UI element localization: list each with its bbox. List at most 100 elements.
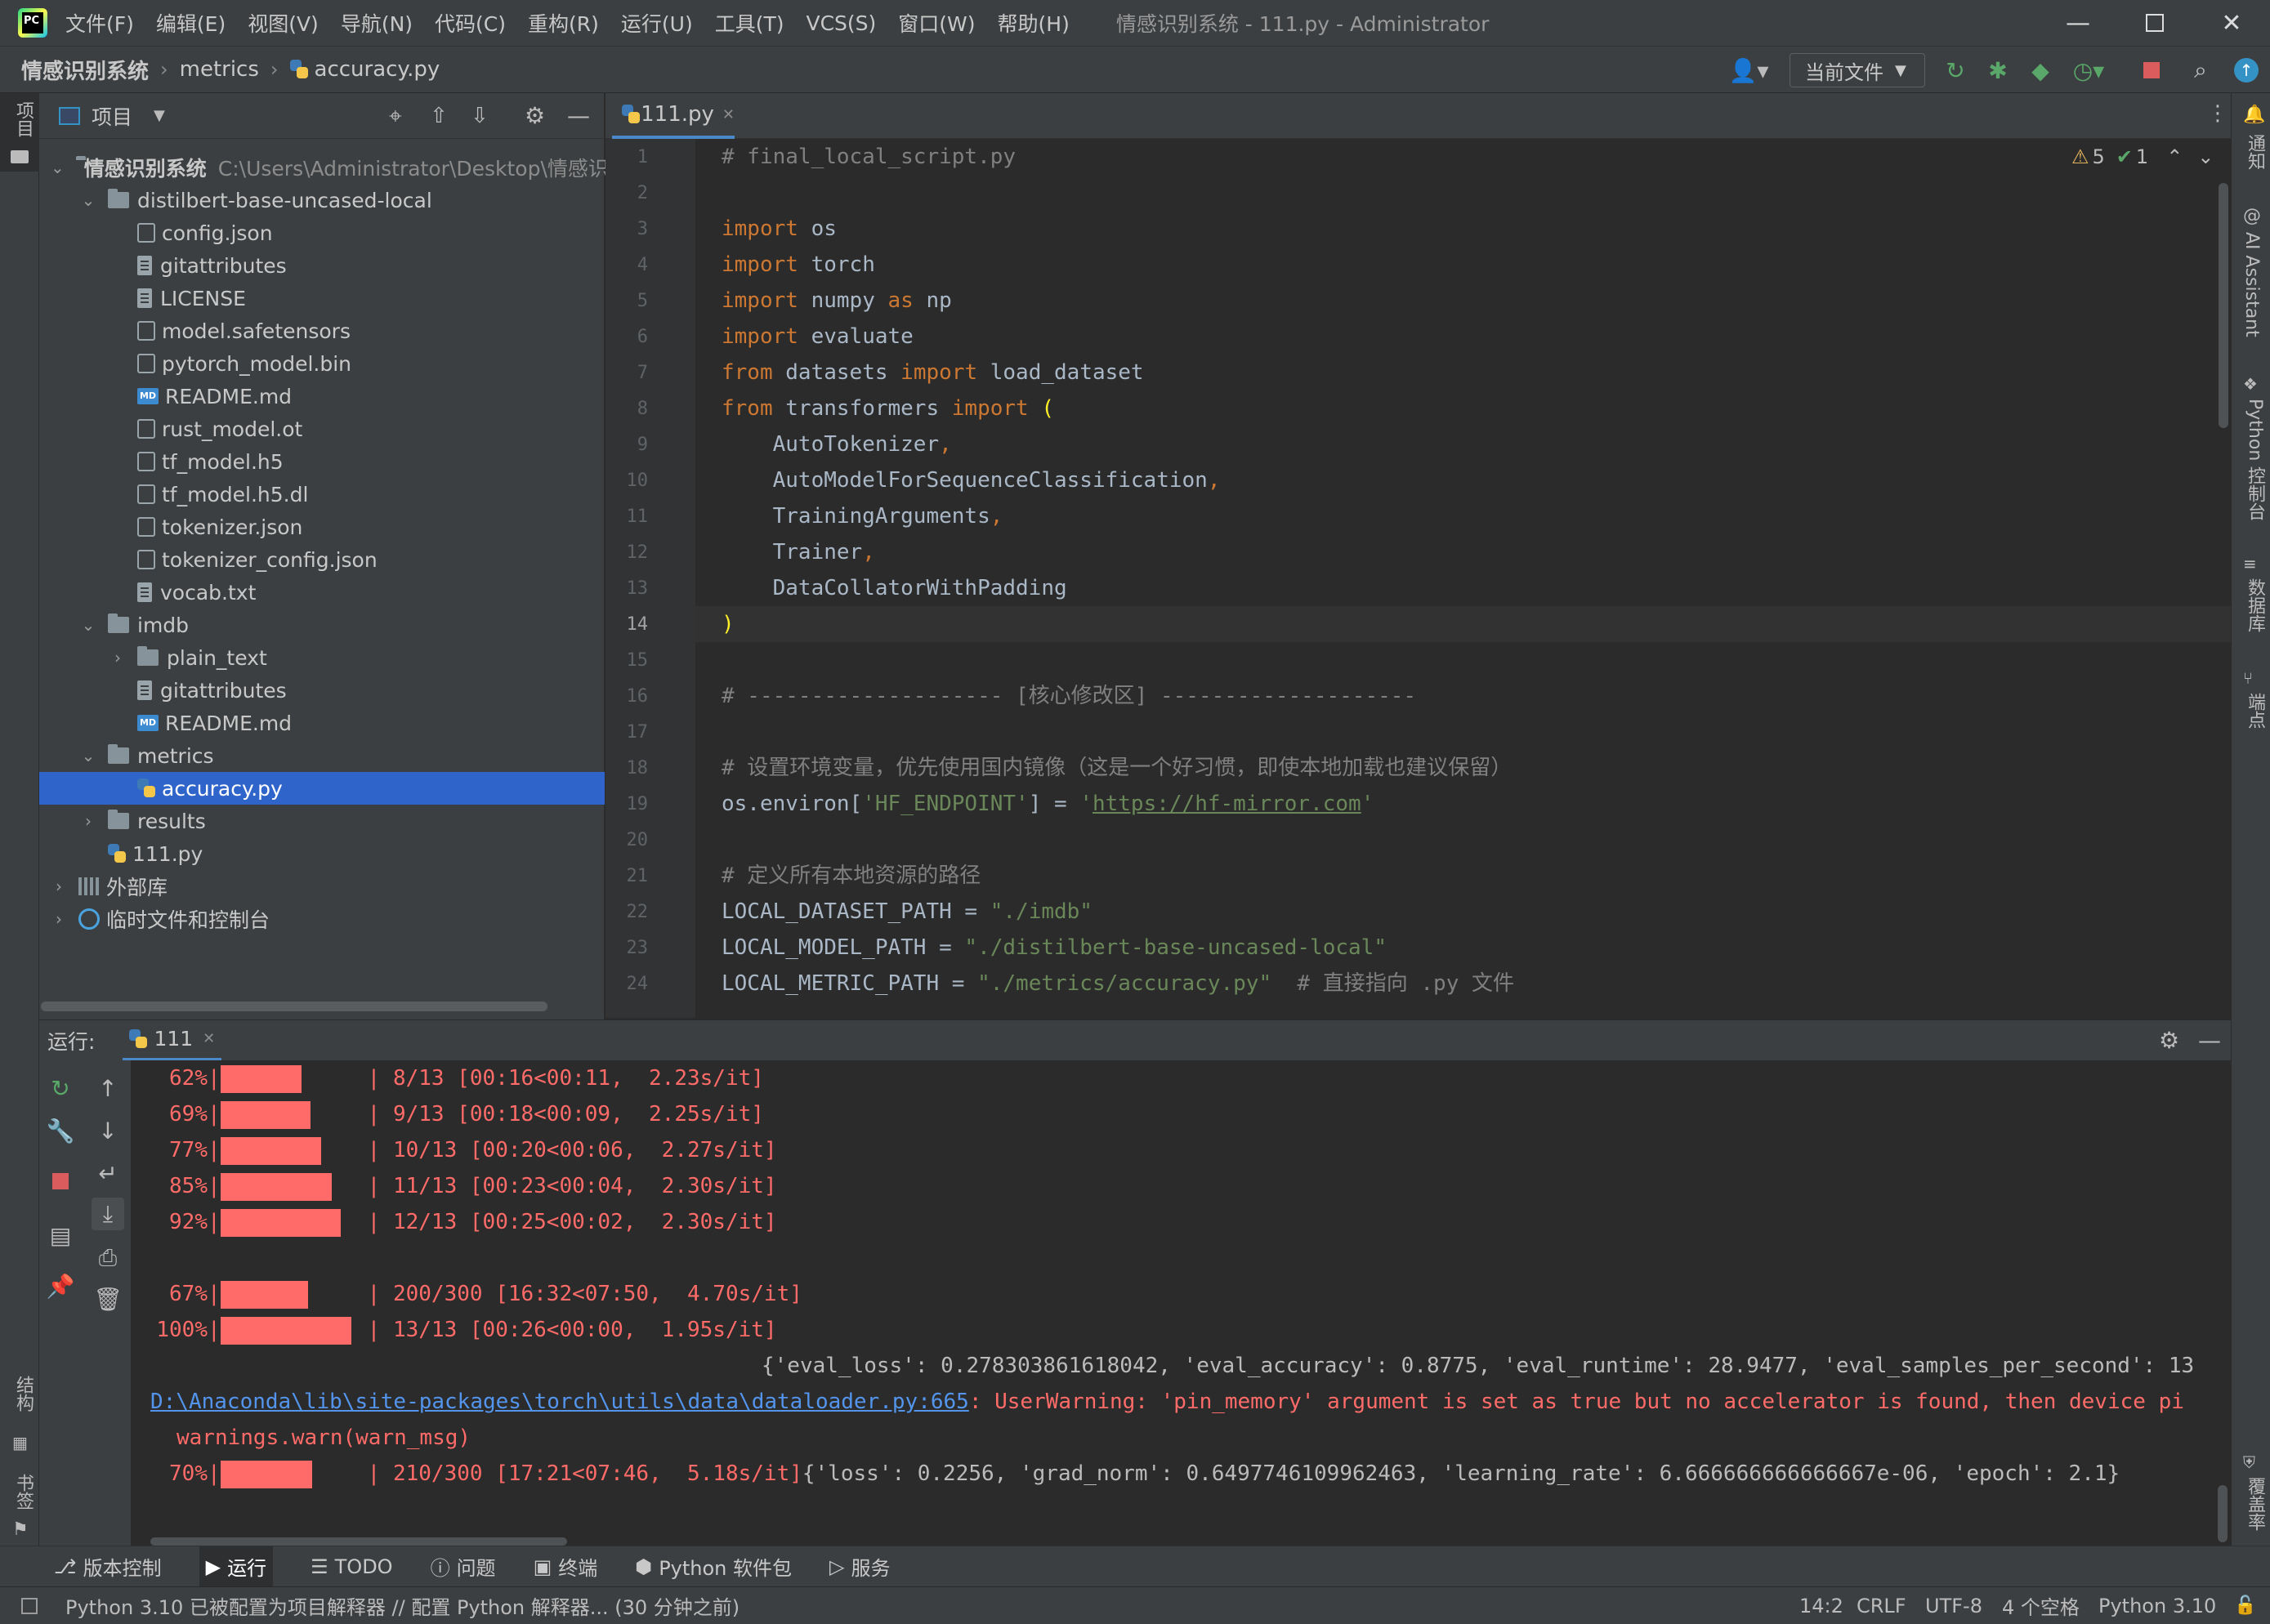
lock-icon[interactable]: 🔓 <box>2234 1595 2256 1616</box>
tree-file[interactable]: config.json <box>39 216 605 249</box>
pin-tab-button[interactable]: 📌 <box>44 1269 77 1302</box>
tree-file[interactable]: gitattributes <box>39 249 605 282</box>
project-view-label[interactable]: 项目 <box>92 101 132 131</box>
notifications-tool-button[interactable]: 🔔 通知 <box>2232 101 2270 191</box>
chevron-right-icon[interactable]: › <box>109 648 126 667</box>
project-tool-button[interactable]: 项目 <box>0 93 39 172</box>
menu-code[interactable]: 代码(C) <box>435 8 506 38</box>
coverage-tool-button[interactable]: ⛨ 覆盖率 <box>2232 1449 2270 1539</box>
menu-view[interactable]: 视图(V) <box>248 8 319 38</box>
structure-tool-button[interactable]: 结构 ▦ <box>0 1367 39 1457</box>
rerun-button[interactable]: ↻ <box>44 1072 77 1104</box>
tree-file[interactable]: pytorch_model.bin <box>39 347 605 380</box>
chevron-down-icon[interactable]: ⌄ <box>80 746 96 765</box>
tree-file[interactable]: 111.py <box>39 837 605 870</box>
edit-config-button[interactable]: 🔧 <box>44 1114 77 1147</box>
menu-help[interactable]: 帮助(H) <box>998 8 1070 38</box>
maximize-button[interactable] <box>2116 0 2193 46</box>
inspection-widget[interactable]: ⚠ 5 ✔ 1 ⌃ ⌄ <box>2071 145 2214 168</box>
run-config-select[interactable]: 当前文件 ▼ <box>1790 53 1925 87</box>
menu-vcs[interactable]: VCS(S) <box>806 11 876 35</box>
chevron-down-icon[interactable]: ⌄ <box>51 158 65 177</box>
tree-file[interactable]: model.safetensors <box>39 315 605 347</box>
close-tab-icon[interactable]: ✕ <box>722 106 735 123</box>
hide-panel-icon[interactable]: — <box>567 102 590 129</box>
gear-icon[interactable]: ⚙ <box>525 102 545 129</box>
menu-file[interactable]: 文件(F) <box>65 8 134 38</box>
version-control-tool[interactable]: ⎇ 版本控制 <box>54 1552 162 1581</box>
tree-file[interactable]: gitattributes <box>39 674 605 707</box>
update-button[interactable]: ↑ <box>2229 53 2263 87</box>
close-window-button[interactable]: ✕ <box>2193 0 2270 46</box>
menu-edit[interactable]: 编辑(E) <box>156 8 226 38</box>
run-tool[interactable]: ▶ 运行 <box>199 1546 274 1587</box>
breadcrumb-folder[interactable]: metrics <box>180 57 259 82</box>
rerun-button[interactable]: ↻ <box>1938 53 1973 87</box>
tree-file[interactable]: rust_model.ot <box>39 413 605 445</box>
python-console-tool-button[interactable]: ❖ Python 控制台 <box>2232 371 2270 534</box>
file-encoding[interactable]: UTF-8 <box>1925 1595 1982 1617</box>
tree-file[interactable]: › 临时文件和控制台 <box>39 903 605 935</box>
menu-refactor[interactable]: 重构(R) <box>528 8 599 38</box>
breadcrumb-file[interactable]: accuracy.py <box>315 57 440 82</box>
services-tool[interactable]: ▷ 服务 <box>829 1552 890 1581</box>
scroll-to-end-button[interactable]: ⤓ <box>92 1198 124 1230</box>
scroll-up-button[interactable]: ↑ <box>92 1072 124 1104</box>
user-account-button[interactable]: 👤▾ <box>1724 53 1773 87</box>
scroll-down-button[interactable]: ↓ <box>92 1114 124 1147</box>
tree-root[interactable]: ⌄ 情感识别系统 C:\Users\Administrator\Desktop\… <box>39 151 609 184</box>
chevron-down-icon[interactable]: ⌄ <box>80 615 96 635</box>
tree-file[interactable]: vocab.txt <box>39 576 605 609</box>
code-editor[interactable]: # final_local_script.py import os import… <box>695 139 2231 1018</box>
database-tool-button[interactable]: ≡ 数据库 <box>2232 551 2270 640</box>
tree-folder[interactable]: › plain_text <box>39 641 605 674</box>
tree-file[interactable]: tokenizer_config.json <box>39 543 605 576</box>
indent-setting[interactable]: 4 个空格 <box>2002 1591 2080 1620</box>
coverage-button[interactable]: ◆ <box>2023 53 2058 87</box>
horizontal-scrollbar[interactable] <box>41 1002 547 1011</box>
python-packages-tool[interactable]: ⬢ Python 软件包 <box>635 1552 792 1581</box>
expand-all-icon[interactable]: ⇧ <box>430 104 448 128</box>
next-highlight-icon[interactable]: ⌄ <box>2197 145 2214 168</box>
editor-vertical-scrollbar[interactable] <box>2219 183 2228 428</box>
tree-file[interactable]: LICENSE <box>39 282 605 315</box>
menu-tools[interactable]: 工具(T) <box>715 8 784 38</box>
tree-file[interactable]: › 外部库 <box>39 870 605 903</box>
minimize-button[interactable]: — <box>2040 0 2116 46</box>
soft-wrap-button[interactable]: ↵ <box>92 1157 124 1189</box>
menu-run[interactable]: 运行(U) <box>621 8 693 38</box>
source-file-link[interactable]: D:\Anaconda\lib\site-packages\torch\util… <box>150 1390 969 1414</box>
tree-folder[interactable]: ⌄ metrics <box>39 739 605 772</box>
interpreter-selector[interactable]: Python 3.10 <box>2098 1595 2216 1617</box>
chevron-right-icon[interactable]: › <box>51 909 67 929</box>
print-button[interactable]: ⎙ <box>92 1242 124 1274</box>
collapse-all-icon[interactable]: ⇩ <box>471 104 489 128</box>
tree-file[interactable]: MD README.md <box>39 380 605 413</box>
run-console[interactable]: 62%| | 8/13 [00:16<00:11, 2.23s/it] 69%| | … <box>131 1060 2231 1546</box>
gear-icon[interactable]: ⚙ <box>2159 1027 2179 1054</box>
tree-file[interactable]: MD README.md <box>39 707 605 739</box>
endpoints-tool-button[interactable]: ⑂ 端点 <box>2232 665 2270 755</box>
hide-panel-icon[interactable]: — <box>2198 1027 2221 1054</box>
tree-folder[interactable]: ⌄ imdb <box>39 609 605 641</box>
caret-position[interactable]: 14:2 <box>1799 1595 1843 1617</box>
todo-tool[interactable]: ☰ TODO <box>311 1555 392 1578</box>
menu-window[interactable]: 窗口(W) <box>898 8 975 38</box>
terminal-tool[interactable]: ▣ 终端 <box>534 1552 598 1581</box>
layout-button[interactable]: ▤ <box>44 1219 77 1251</box>
chevron-right-icon[interactable]: › <box>51 877 67 896</box>
more-options-icon[interactable]: ⋮ <box>2207 101 2228 126</box>
tree-file[interactable]: accuracy.py <box>39 772 605 805</box>
console-vertical-scrollbar[interactable] <box>2218 1485 2228 1542</box>
tree-folder[interactable]: ⌄ distilbert-base-uncased-local <box>39 184 605 216</box>
chevron-down-icon[interactable]: ⌄ <box>80 190 96 210</box>
close-tab-icon[interactable]: ✕ <box>203 1030 215 1047</box>
chevron-right-icon[interactable]: › <box>80 811 96 831</box>
console-horizontal-scrollbar[interactable] <box>150 1537 567 1546</box>
locate-file-icon[interactable]: ⌖ <box>389 102 402 130</box>
bookmarks-tool-button[interactable]: 书签 ⚑ <box>0 1466 39 1544</box>
profile-button[interactable]: ◷▾ <box>2066 53 2111 87</box>
debug-button[interactable]: ✱ <box>1981 53 2015 87</box>
tree-folder[interactable]: › results <box>39 805 605 837</box>
tree-file[interactable]: tokenizer.json <box>39 511 605 543</box>
